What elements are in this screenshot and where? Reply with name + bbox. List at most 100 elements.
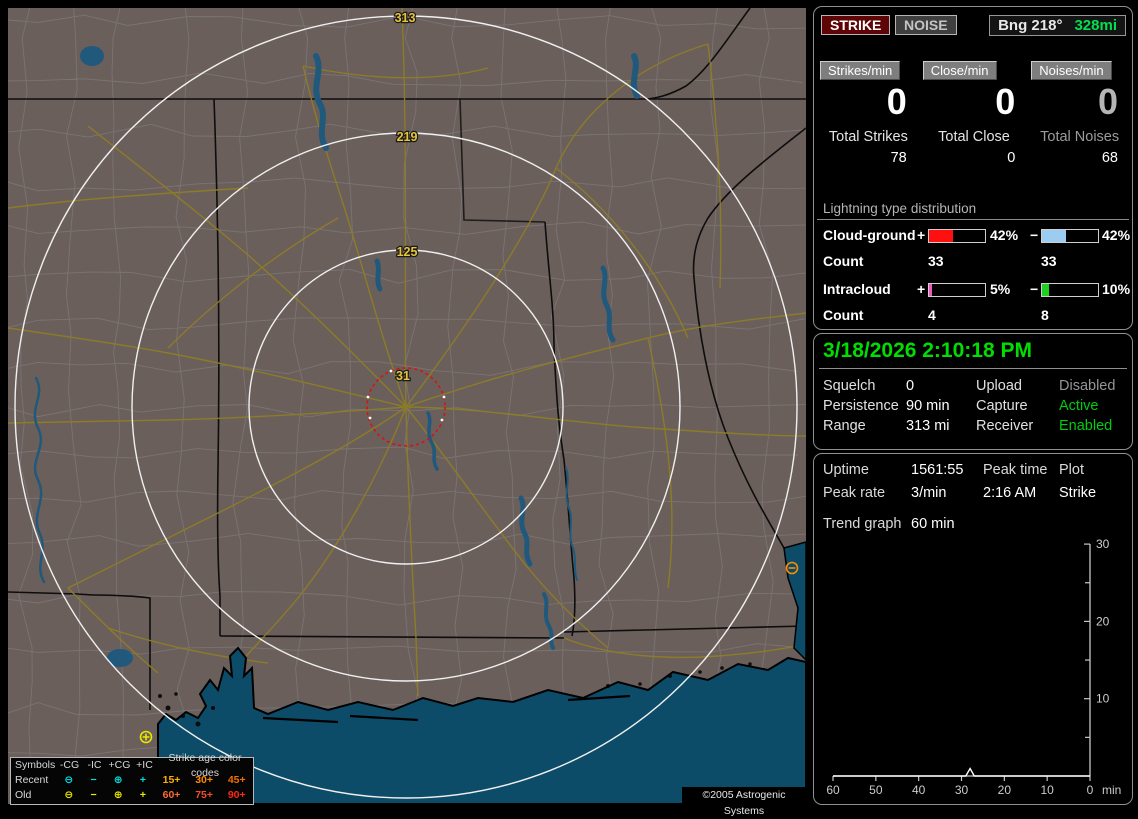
cloud-ground-row: Cloud-ground + 42% − 42% — [814, 227, 1132, 245]
legend-symbol: ⊕ — [113, 789, 123, 801]
total-strikes-label: Total Strikes — [828, 129, 908, 145]
pos-cg-pct: 42% — [990, 227, 1019, 243]
ring-label-125: 125 — [397, 245, 418, 259]
capture-label: Capture — [976, 398, 1028, 414]
trend-window-value: 60 min — [911, 516, 955, 532]
total-close-label: Total Close — [938, 129, 1010, 145]
total-close-value: 0 — [1007, 150, 1016, 166]
legend-age-15+: 15+ — [162, 774, 181, 786]
total-noises-value: 68 — [1101, 150, 1118, 166]
svg-text:40: 40 — [912, 783, 926, 797]
legend-header: Symbols -CG -IC +CG +IC Strike age color code… — [15, 751, 242, 779]
squelch-value: 0 — [906, 378, 915, 394]
neg-cg-count: 33 — [1041, 253, 1057, 269]
persistence-value: 90 min — [906, 398, 950, 414]
legend-symbol: − — [90, 774, 97, 786]
legend-symbol: ⊕ — [113, 774, 123, 786]
bearing-readout: Bng 218° 328mi — [989, 15, 1126, 36]
ring-label-31: 31 — [396, 369, 410, 383]
minus-sign: − — [1030, 281, 1039, 297]
distribution-divider — [817, 219, 1129, 220]
pos-cg-bar — [928, 229, 986, 243]
legend-age-60+: 60+ — [162, 789, 181, 801]
legend-symbol: + — [139, 774, 146, 786]
ring-label-219: 219 — [397, 130, 418, 144]
svg-text:min: min — [1102, 783, 1121, 797]
uptime-label: Uptime — [823, 462, 869, 478]
neg-cg-bar — [1041, 229, 1099, 243]
copyright: ©2005 Astrogenic Systems — [682, 787, 806, 817]
noise-toggle-button[interactable]: NOISE — [895, 15, 957, 35]
svg-text:30: 30 — [955, 783, 969, 797]
bearing-label: Bng 218° — [998, 17, 1063, 34]
pos-ic-pct: 5% — [990, 281, 1011, 297]
svg-text:10: 10 — [1040, 783, 1054, 797]
legend-symbol: − — [90, 789, 97, 801]
legend-row-old: Old ⊖ − ⊕ +60+ 75+ 90+ — [11, 788, 253, 803]
status-box: 3/18/2026 2:10:18 PM Squelch 0 Upload Di… — [813, 333, 1133, 450]
strikes-column: Strikes/min 0 Total Strikes 78 — [820, 61, 917, 166]
close-column: Close/min 0 Total Close 0 — [922, 61, 1026, 166]
cloud-ground-label: Cloud-ground — [823, 227, 916, 243]
legend-symbol: ⊖ — [64, 789, 74, 801]
svg-text:20: 20 — [1096, 614, 1110, 628]
trend-graph: 30 20 10 60 50 40 30 20 10 0 min — [826, 538, 1121, 797]
ring-label-313: 313 — [395, 11, 416, 25]
datetime-display: 3/18/2026 2:10:18 PM — [823, 339, 1032, 362]
persistence-label: Persistence — [823, 398, 899, 414]
rate-columns: Strikes/min 0 Total Strikes 78 Close/min… — [820, 61, 1128, 166]
noises-per-min-value: 0 — [1097, 81, 1118, 122]
peak-rate-label: Peak rate — [823, 485, 886, 501]
strike-toggle-button[interactable]: STRIKE — [821, 15, 891, 35]
plus-sign: + — [917, 281, 926, 297]
trend-graph-label: Trend graph — [823, 516, 902, 532]
legend-row-recent: Recent ⊖ − ⊕ +15+ 30+ 45+ — [11, 773, 253, 788]
plus-sign: + — [917, 227, 926, 243]
legend-symbol: + — [139, 789, 146, 801]
map-canvas: 313 219 125 31 — [8, 8, 806, 804]
count-label: Count — [823, 307, 864, 323]
minus-sign: − — [1030, 227, 1039, 243]
svg-text:10: 10 — [1096, 692, 1110, 706]
legend-age-75+: 75+ — [195, 789, 214, 801]
svg-text:50: 50 — [869, 783, 883, 797]
neg-ic-bar — [1041, 283, 1099, 297]
range-label: Range — [823, 418, 866, 434]
neg-cg-pct: 42% — [1102, 227, 1131, 243]
strike-legend: Symbols -CG -IC +CG +IC Strike age color code… — [10, 751, 254, 805]
count-label: Count — [823, 253, 864, 269]
datetime-divider — [819, 368, 1127, 369]
svg-text:0: 0 — [1087, 783, 1094, 797]
distribution-title: Lightning type distribution — [823, 201, 977, 216]
pos-cg-count: 33 — [928, 253, 944, 269]
legend-age-90+: 90+ — [227, 789, 246, 801]
lightning-map[interactable]: 313 219 125 31 Symbols -CG -IC +CG +IC Strike… — [8, 8, 806, 817]
upload-label: Upload — [976, 378, 1022, 394]
close-per-min-value: 0 — [995, 81, 1016, 122]
intracloud-count-row: Count 4 8 — [814, 307, 1132, 325]
close-per-min-chip: Close/min — [922, 61, 997, 80]
trend-line — [833, 767, 1090, 777]
range-value: 313 mi — [906, 418, 950, 434]
pos-ic-count: 4 — [928, 307, 936, 323]
total-strikes-value: 78 — [890, 150, 907, 166]
strikes-per-min-value: 0 — [886, 81, 907, 122]
noises-column: Noises/min 0 Total Noises 68 — [1031, 61, 1128, 166]
strike-stats-box: STRIKE NOISE Bng 218° 328mi Strikes/min 0… — [813, 6, 1133, 330]
plot-mode-value: Strike — [1059, 485, 1097, 501]
neg-ic-pct: 10% — [1102, 281, 1131, 297]
peak-time-value: 2:16 AM — [983, 485, 1037, 501]
pos-ic-bar — [928, 283, 986, 297]
peak-time-label: Peak time — [983, 462, 1048, 478]
bearing-range: 328mi — [1074, 17, 1117, 34]
upload-value: Disabled — [1059, 378, 1116, 394]
peak-rate-value: 3/min — [911, 485, 947, 501]
intracloud-label: Intracloud — [823, 281, 891, 297]
plot-label: Plot — [1059, 462, 1084, 478]
svg-text:30: 30 — [1096, 538, 1110, 551]
trend-box: Uptime 1561:55 Peak time Plot Peak rate … — [813, 453, 1133, 805]
legend-symbol: ⊖ — [64, 774, 74, 786]
intracloud-row: Intracloud + 5% − 10% — [814, 281, 1132, 299]
receiver-value: Enabled — [1059, 418, 1113, 434]
legend-age-45+: 45+ — [227, 774, 246, 786]
